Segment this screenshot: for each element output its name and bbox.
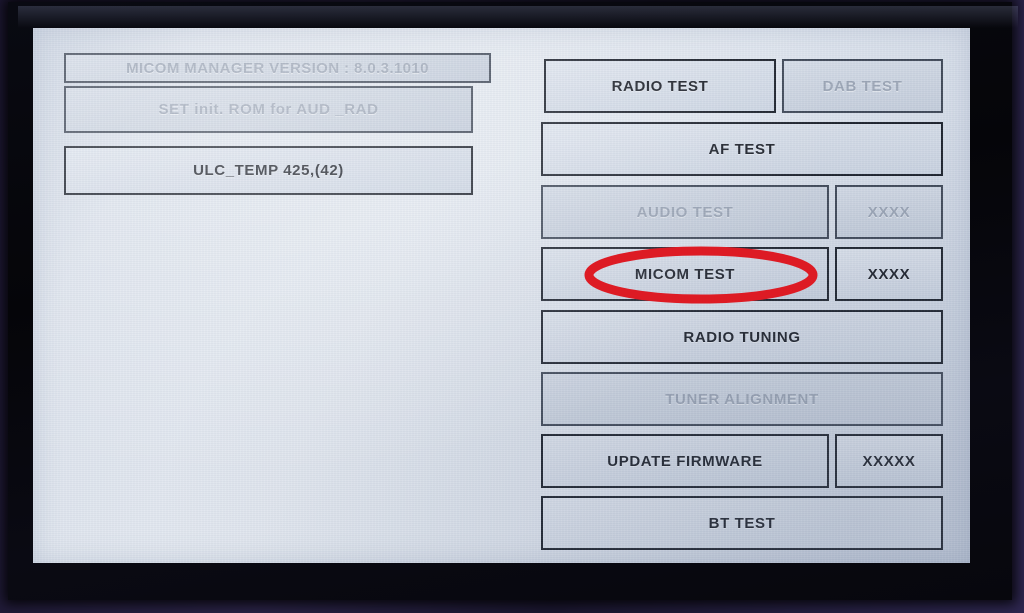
- set-init-rom-button[interactable]: SET init. ROM for AUD _RAD: [64, 86, 473, 133]
- dab-test-button[interactable]: DAB TEST: [782, 59, 943, 113]
- micom-version-box: MICOM MANAGER VERSION : 8.0.3.1010: [64, 53, 491, 83]
- ulc-temp-button[interactable]: ULC_TEMP 425,(42): [64, 146, 473, 195]
- lcd-screen: MICOM MANAGER VERSION : 8.0.3.1010 SET i…: [33, 28, 970, 563]
- update-firmware-code-button[interactable]: XXXXX: [835, 434, 943, 488]
- photo-frame: MICOM MANAGER VERSION : 8.0.3.1010 SET i…: [0, 0, 1024, 613]
- micom-test-button[interactable]: MICOM TEST: [541, 247, 829, 301]
- bt-test-button[interactable]: BT TEST: [541, 496, 943, 550]
- audio-test-code-button[interactable]: XXXX: [835, 185, 943, 239]
- radio-tuning-button[interactable]: RADIO TUNING: [541, 310, 943, 364]
- audio-test-button[interactable]: AUDIO TEST: [541, 185, 829, 239]
- radio-test-button[interactable]: RADIO TEST: [544, 59, 776, 113]
- af-test-button[interactable]: AF TEST: [541, 122, 943, 176]
- micom-test-code-button[interactable]: XXXX: [835, 247, 943, 301]
- update-firmware-button[interactable]: UPDATE FIRMWARE: [541, 434, 829, 488]
- bezel-glare: [18, 6, 1018, 28]
- tuner-alignment-button[interactable]: TUNER ALIGNMENT: [541, 372, 943, 426]
